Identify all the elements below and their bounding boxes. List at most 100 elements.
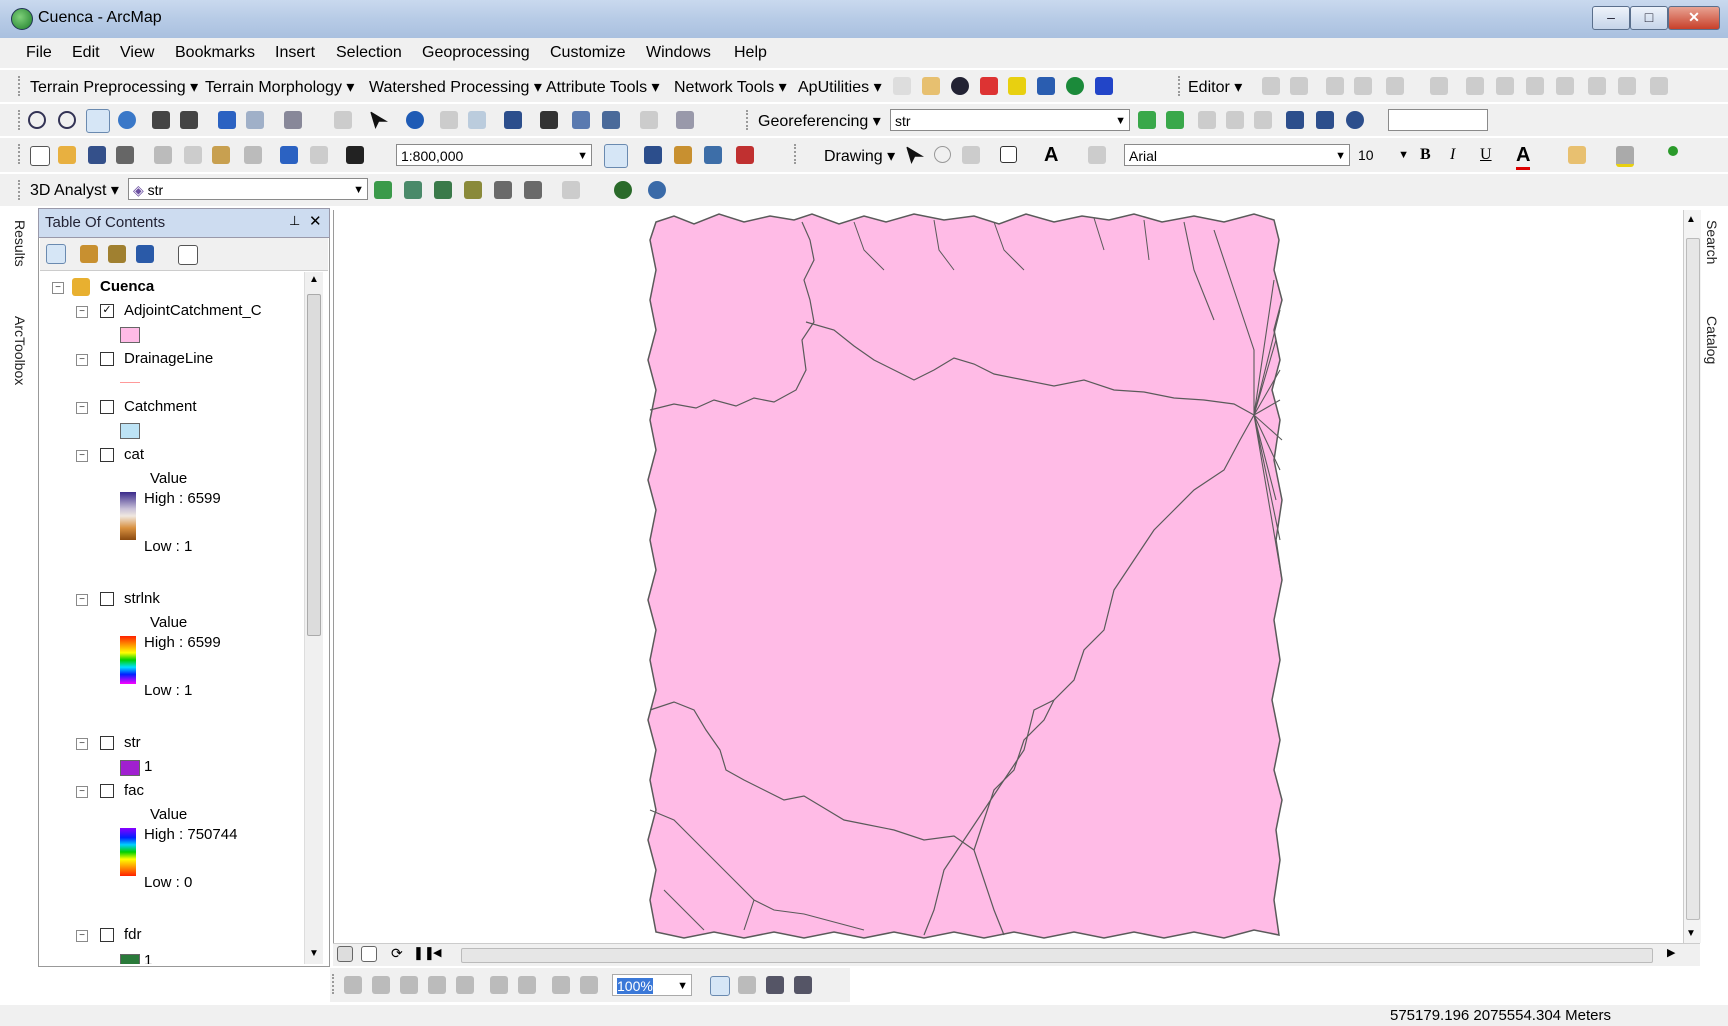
endpoint-arc-icon[interactable] <box>1354 77 1372 95</box>
fixed-zoom-out-layout-icon[interactable] <box>518 976 536 994</box>
identify-icon[interactable] <box>406 111 424 129</box>
steepest-path-icon[interactable] <box>404 181 422 199</box>
menu-selection[interactable]: Selection <box>336 44 402 62</box>
toolbar-grip[interactable] <box>332 974 337 994</box>
maximize-button[interactable]: □ <box>1630 6 1668 30</box>
layout-pan-icon[interactable] <box>400 976 418 994</box>
arctoolbox-icon[interactable] <box>736 146 754 164</box>
clear-selection-icon[interactable] <box>334 111 352 129</box>
color-ramp[interactable] <box>120 492 136 540</box>
interpolate-line-icon[interactable] <box>494 181 512 199</box>
data-view-icon[interactable] <box>337 946 353 962</box>
delete-link-icon[interactable] <box>1254 111 1272 129</box>
zoom-to-link-icon[interactable] <box>1226 111 1244 129</box>
line-color-icon[interactable] <box>1616 146 1634 167</box>
layer-visibility-checkbox[interactable] <box>100 592 114 606</box>
line-of-sight-icon[interactable] <box>434 181 452 199</box>
rotate-element-icon[interactable] <box>934 146 951 163</box>
font-select[interactable]: Arial ▼ <box>1124 144 1350 166</box>
map-vertical-scrollbar[interactable]: ▲ ▼ <box>1683 210 1701 943</box>
underline-button[interactable]: U <box>1480 146 1492 164</box>
scroll-down-icon[interactable]: ▼ <box>305 948 323 959</box>
interpolate-polygon-icon[interactable] <box>524 181 542 199</box>
list-by-visibility-icon[interactable] <box>108 245 126 263</box>
layer-name-drainageline[interactable]: DrainageLine <box>124 350 213 367</box>
paste-icon[interactable] <box>212 146 230 164</box>
go-to-xy-icon[interactable] <box>602 111 620 129</box>
html-popup-icon[interactable] <box>468 111 486 129</box>
refresh-icon[interactable]: ⟳ <box>391 945 403 962</box>
toolbar-grip[interactable] <box>18 144 23 164</box>
attribute-tools-menu[interactable]: Attribute Tools ▾ <box>546 77 660 97</box>
collapse-toggle[interactable]: − <box>76 354 88 366</box>
new-document-icon[interactable] <box>30 146 50 166</box>
network-tools-menu[interactable]: Network Tools ▾ <box>674 77 787 97</box>
zoom-whole-page-icon[interactable] <box>428 976 446 994</box>
go-forward-extent-icon[interactable] <box>580 976 598 994</box>
georeferencing-layer-select[interactable]: str ▼ <box>890 109 1130 131</box>
open-folder-icon[interactable] <box>58 146 76 164</box>
rectangle-icon[interactable] <box>1000 146 1017 163</box>
list-by-drawing-order-icon[interactable] <box>46 244 66 264</box>
scroll-up-icon[interactable]: ▲ <box>305 274 323 285</box>
network-icon[interactable] <box>1037 77 1055 95</box>
list-by-source-icon[interactable] <box>80 245 98 263</box>
arctoolbox-side-tab[interactable]: ArcToolbox <box>12 316 28 385</box>
edit-vertices-icon[interactable] <box>1430 77 1448 95</box>
toolbar-grip[interactable] <box>18 76 23 96</box>
fill-color-icon[interactable] <box>1568 146 1586 164</box>
pause-drawing-icon[interactable]: ❚❚ <box>413 945 435 961</box>
collapse-toggle[interactable]: − <box>76 306 88 318</box>
toolbar-grip[interactable] <box>1178 76 1183 96</box>
toc-close-icon[interactable]: ✕ <box>309 212 322 230</box>
zoom-in-icon[interactable] <box>28 111 46 129</box>
add-control-points-icon[interactable] <box>1138 111 1156 129</box>
layer-name-catchment[interactable]: Catchment <box>124 398 197 415</box>
toolbar-grip[interactable] <box>18 180 23 200</box>
straight-segment-icon[interactable] <box>1326 77 1344 95</box>
layer-name-fdr[interactable]: fdr <box>124 926 142 943</box>
layer-name-adjointcatchment[interactable]: AdjointCatchment_C <box>124 302 262 319</box>
catchment-outline[interactable] <box>647 213 1283 939</box>
collapse-toggle[interactable]: − <box>76 402 88 414</box>
layer-visibility-checkbox[interactable] <box>100 784 114 798</box>
layer-visibility-checkbox[interactable] <box>100 400 114 414</box>
interpolate-point-icon[interactable] <box>464 181 482 199</box>
menu-help[interactable]: Help <box>734 44 767 62</box>
collapse-toggle[interactable]: − <box>76 738 88 750</box>
font-size-select[interactable]: 10 ▼ <box>1354 144 1412 166</box>
forward-arrow-icon[interactable] <box>246 111 264 129</box>
collapse-toggle[interactable]: − <box>76 450 88 462</box>
minimize-button[interactable]: – <box>1592 6 1630 30</box>
cut-icon[interactable] <box>154 146 172 164</box>
find-binoculars-icon[interactable] <box>540 111 558 129</box>
3d-analyst-layer-select[interactable]: ◈ str ▼ <box>128 178 368 200</box>
menu-windows[interactable]: Windows <box>646 44 711 62</box>
collapse-toggle[interactable]: − <box>76 594 88 606</box>
scroll-down-icon[interactable]: ▼ <box>1686 928 1696 939</box>
find-route-icon[interactable] <box>572 111 590 129</box>
pan-hand-icon[interactable] <box>86 109 110 133</box>
flag-icon[interactable] <box>1095 77 1113 95</box>
profile-graph-icon[interactable] <box>562 181 580 199</box>
create-features-icon[interactable] <box>1650 77 1668 95</box>
search-window-icon[interactable] <box>704 146 722 164</box>
layer-name-fac[interactable]: fac <box>124 782 144 799</box>
select-element-icon[interactable] <box>906 146 924 164</box>
go-back-extent-icon[interactable] <box>552 976 570 994</box>
rotate-georef-icon[interactable] <box>1346 111 1364 129</box>
polygon-symbol-swatch[interactable] <box>120 423 140 439</box>
layer-visibility-checkbox[interactable] <box>100 928 114 942</box>
font-color-button[interactable]: A <box>1516 144 1531 170</box>
editor-toolbar-toggle-icon[interactable] <box>604 144 628 168</box>
scroll-right-icon[interactable]: ▶ <box>1667 946 1675 959</box>
menu-insert[interactable]: Insert <box>275 44 315 62</box>
viewer-icon[interactable] <box>1286 111 1304 129</box>
toc-options-icon[interactable] <box>178 245 198 265</box>
text-tool-icon[interactable]: A <box>1044 144 1058 167</box>
split-icon[interactable] <box>1526 77 1544 95</box>
layer-name-strlnk[interactable]: strlnk <box>124 590 160 607</box>
x-mark-icon[interactable] <box>1008 77 1026 95</box>
back-arrow-icon[interactable] <box>218 111 236 129</box>
menu-edit[interactable]: Edit <box>72 44 100 62</box>
